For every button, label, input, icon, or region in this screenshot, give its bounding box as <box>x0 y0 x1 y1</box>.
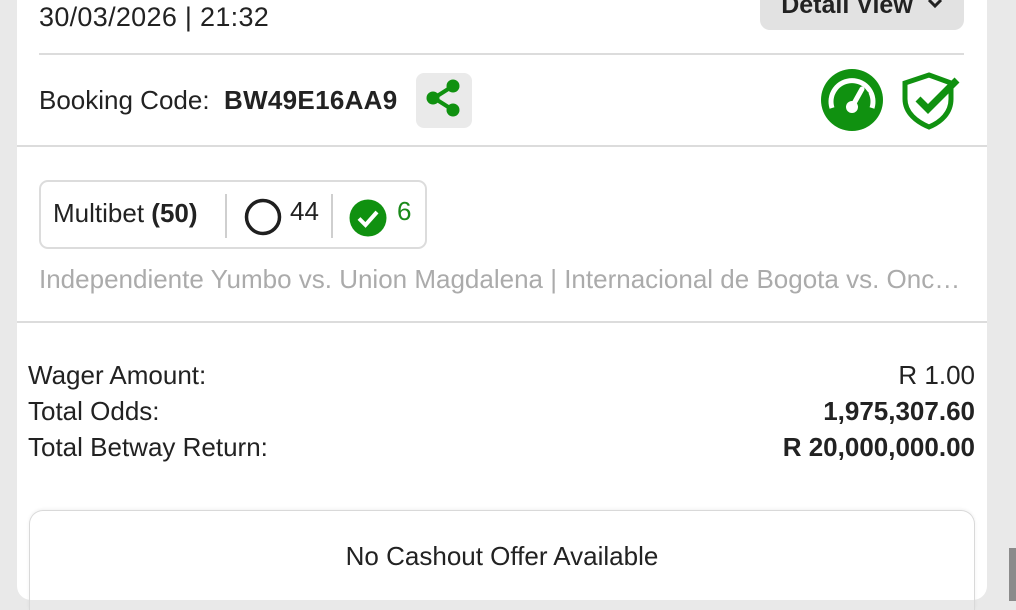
odds-value: 1,975,307.60 <box>823 396 975 426</box>
chevron-down-icon <box>927 0 943 16</box>
multibet-type: Multibet <box>53 198 145 228</box>
open-legs-count: 44 <box>290 196 319 226</box>
booking-code-label: Booking Code: <box>39 85 210 115</box>
cashout-message: No Cashout Offer Available <box>345 541 659 571</box>
share-icon <box>423 77 465 124</box>
circle-outline-icon <box>244 198 282 241</box>
cashout-panel: No Cashout Offer Available <box>29 510 975 610</box>
detail-view-button[interactable]: Detail View <box>760 0 964 30</box>
won-legs-count: 6 <box>397 196 412 226</box>
check-circle-icon <box>349 199 387 242</box>
return-label: Total Betway Return: <box>28 432 268 462</box>
matches-summary: Independiente Yumbo vs. Union Magdalena … <box>39 264 964 294</box>
shield-check-icon[interactable] <box>900 72 960 135</box>
return-value: R 20,000,000.00 <box>782 432 975 462</box>
multibet-summary: Multibet (50) 44 6 <box>39 180 427 249</box>
share-button[interactable] <box>416 73 472 128</box>
divider <box>39 53 964 55</box>
wager-value: R 1.00 <box>898 360 975 390</box>
separator <box>331 194 333 238</box>
multibet-label: Multibet (50) <box>53 198 198 229</box>
bet-datetime: 30/03/2026 | 21:32 <box>39 2 270 32</box>
wager-label: Wager Amount: <box>28 360 207 390</box>
booking-code-value: BW49E16AA9 <box>224 85 398 115</box>
separator <box>225 194 227 238</box>
multibet-total: (50) <box>151 198 198 228</box>
scrollbar[interactable] <box>1009 548 1016 601</box>
divider <box>17 321 987 323</box>
detail-view-label: Detail View <box>781 0 913 19</box>
odds-label: Total Odds: <box>28 396 160 426</box>
speedometer-icon[interactable] <box>820 68 884 137</box>
divider <box>17 145 987 147</box>
